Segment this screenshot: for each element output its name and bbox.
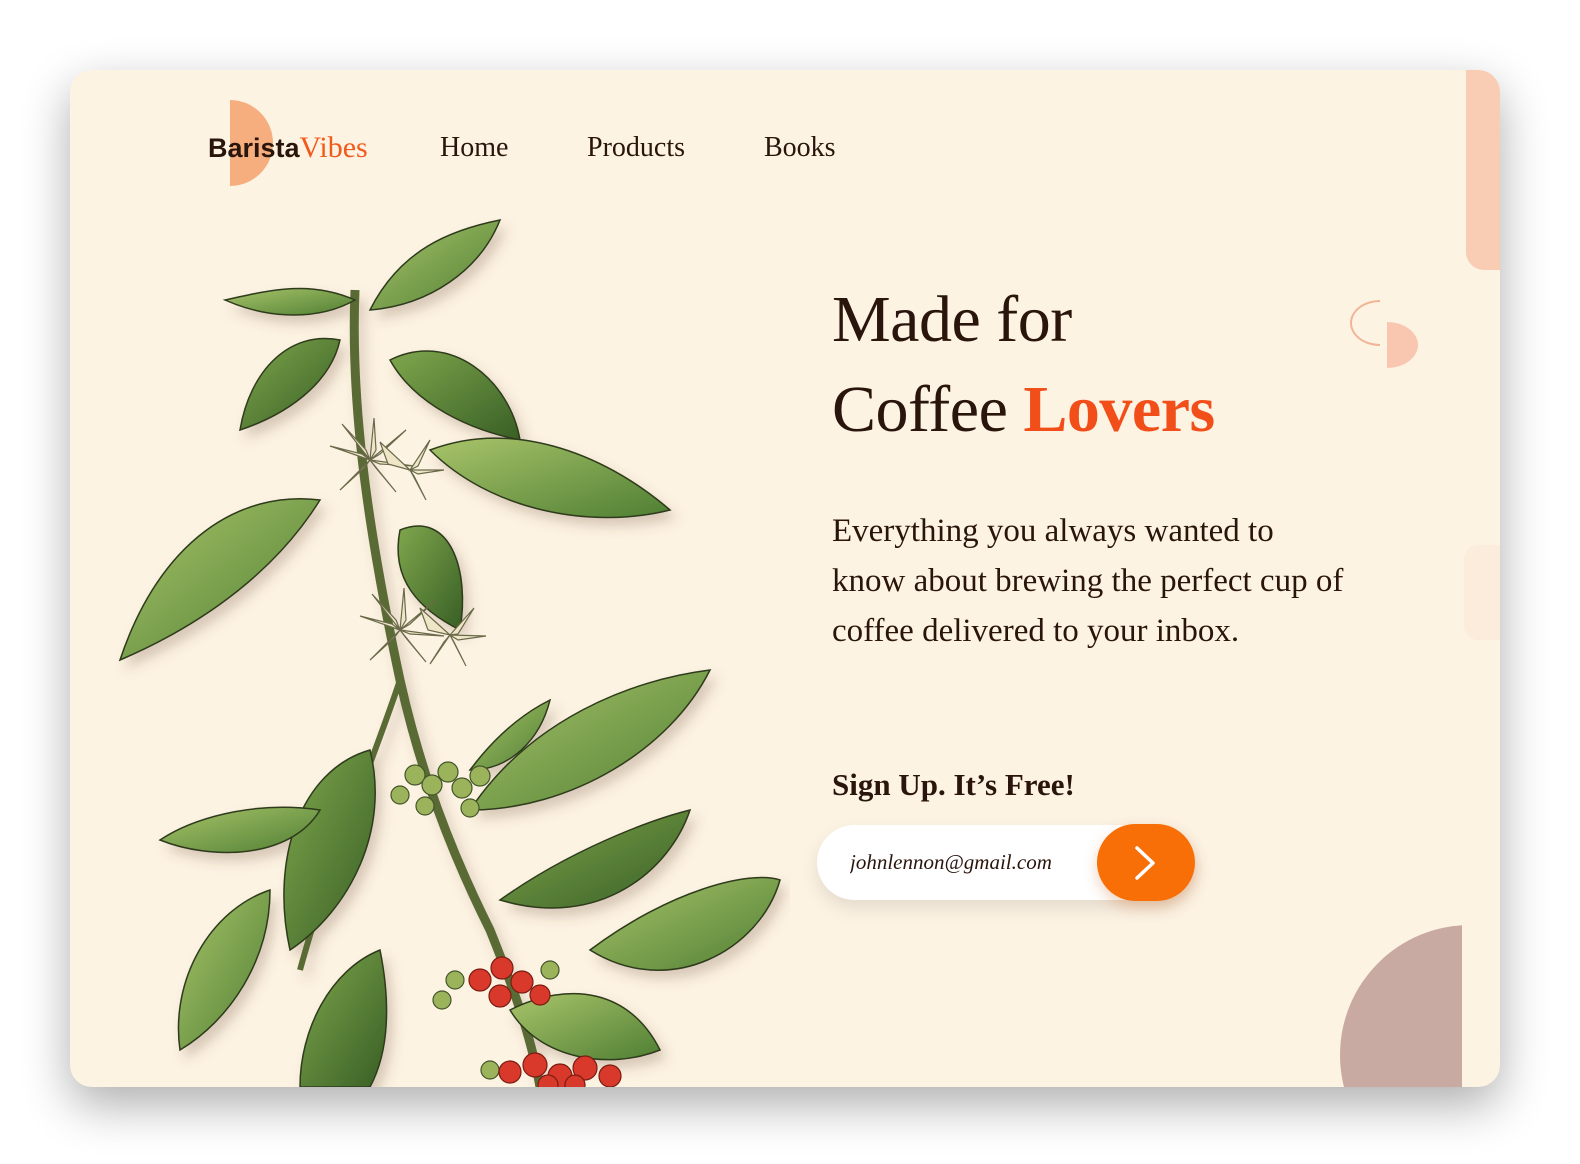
hero-headline-line1: Made for [832, 283, 1072, 356]
hero-headline-line2: Coffee Lovers [832, 365, 1215, 455]
hero-headline-accent: Lovers [1023, 373, 1215, 446]
nav-home[interactable]: Home [440, 130, 508, 166]
submit-button[interactable] [1097, 824, 1195, 901]
nav-books[interactable]: Books [764, 130, 836, 166]
nav-products[interactable]: Products [587, 130, 685, 166]
decorative-quarter-circle [1340, 925, 1462, 1087]
hero-headline-plain: Coffee [832, 373, 1008, 446]
hero-headline: Made for Coffee Lovers [832, 275, 1215, 455]
email-field[interactable] [850, 842, 1080, 882]
decorative-strip-top [1466, 70, 1500, 270]
hero-description: Everything you always wanted to know abo… [832, 513, 1344, 649]
landing-page-card: BaristaVibes Home Products Books Made fo… [70, 70, 1500, 1087]
brand-name-part2: Vibes [299, 131, 368, 164]
brand-logo[interactable]: BaristaVibes [208, 128, 368, 168]
signup-label: Sign Up. It’s Free! [832, 767, 1075, 802]
brand-name-part1: Barista [208, 133, 300, 163]
coffee-plant-illustration [118, 218, 781, 1087]
decorative-strip-middle [1464, 545, 1500, 640]
chevron-right-icon [1135, 846, 1155, 880]
